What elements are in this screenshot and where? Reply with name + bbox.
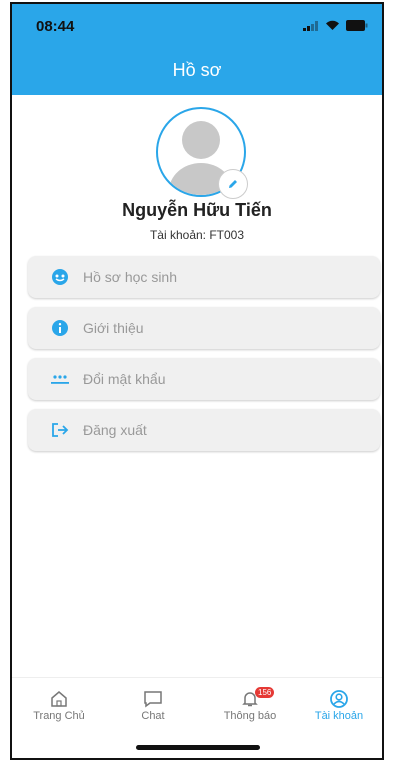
menu-label: Đăng xuất [83,422,147,438]
password-icon [50,369,70,389]
tab-chat[interactable]: Chat [113,688,193,722]
bottom-tab-bar: Trang Chủ Chat 156 Thông báo Tài khoản [12,677,382,758]
signal-icon [303,20,318,31]
battery-icon [346,20,368,31]
tab-label: Chat [141,710,165,722]
menu-label: Giới thiệu [83,320,144,336]
student-profile-icon [50,267,70,287]
menu-change-password[interactable]: Đổi mật khẩu [28,358,380,400]
status-time: 08:44 [36,18,75,35]
page-title: Hồ sơ [172,60,222,80]
tab-label: Thông báo [223,710,277,722]
status-bar: 08:44 [12,4,382,48]
profile-account: Tài khoản: FT003 [149,228,245,242]
avatar-container [156,107,248,199]
tab-account[interactable]: Tài khoản [299,688,379,722]
menu-label: Hồ sơ học sinh [83,269,178,285]
wifi-icon [326,20,339,30]
menu-about[interactable]: Giới thiệu [28,307,380,349]
phone-screen: 08:44 Hồ sơ Nguyễn Hữu Tiến Tài khoản: F… [10,2,384,760]
pencil-icon [229,180,237,188]
account-icon [330,690,348,708]
info-icon [50,318,70,338]
tab-home[interactable]: Trang Chủ [19,688,99,722]
notification-badge: 156 [255,687,275,698]
system-icons [303,20,368,31]
tab-label: Tài khoản [314,710,364,722]
menu-logout[interactable]: Đăng xuất [28,409,380,451]
tab-notifications[interactable]: 156 Thông báo [210,687,290,722]
home-icon [51,691,67,707]
menu-label: Đổi mật khẩu [83,371,166,387]
edit-avatar-button[interactable] [218,169,248,199]
app-header: 08:44 Hồ sơ [12,4,382,95]
chat-icon [144,691,162,708]
menu-student-profile[interactable]: Hồ sơ học sinh [28,256,380,298]
logout-icon [50,420,70,440]
home-indicator [136,745,260,750]
tab-label: Trang Chủ [33,710,85,722]
profile-name: Nguyễn Hữu Tiến [122,200,272,220]
